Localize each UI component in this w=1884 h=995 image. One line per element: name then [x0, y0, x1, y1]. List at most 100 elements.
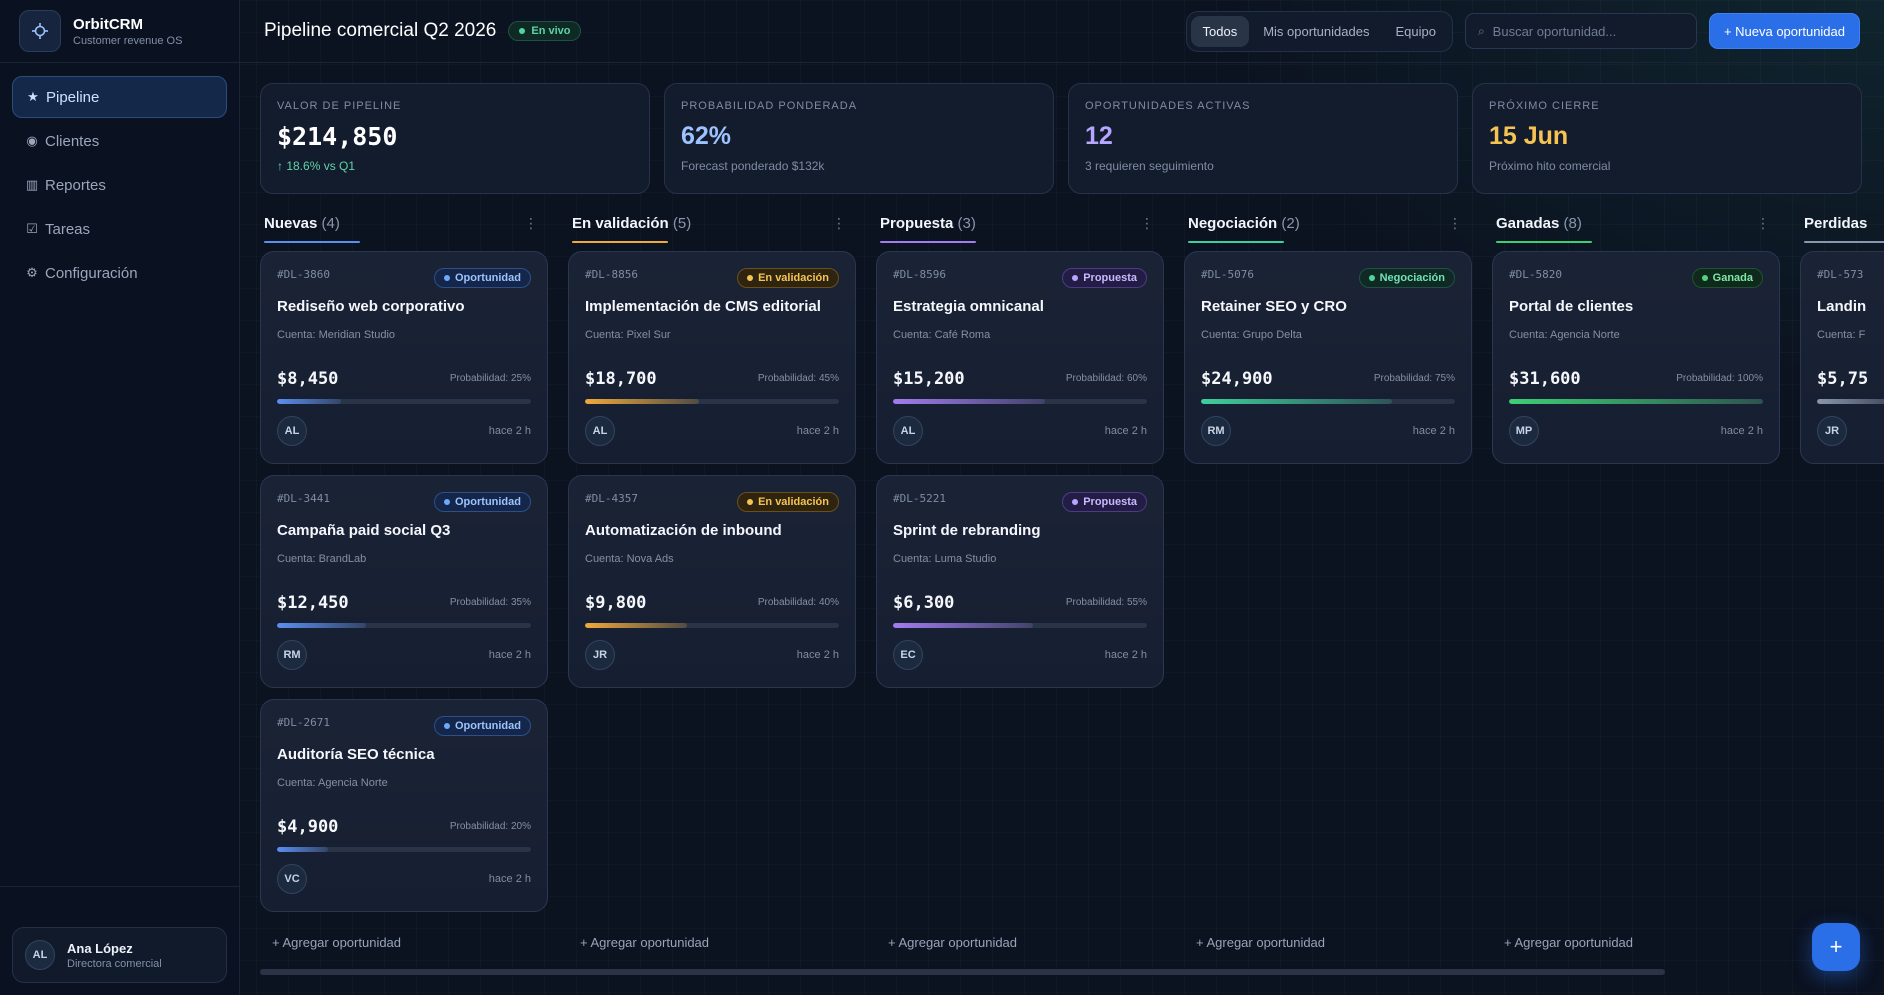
sidebar-item-clientes[interactable]: ◉ Clientes [12, 120, 227, 162]
opportunity-card[interactable]: #DL-4357 En validación Automatización de i… [568, 475, 856, 688]
status-label: En validación [758, 496, 829, 508]
filter-tab-1[interactable]: Mis oportunidades [1251, 16, 1381, 47]
card-account: Cuenta: BrandLab [277, 553, 367, 565]
status-badge: En validación [737, 492, 839, 512]
card-timestamp: hace 2 h [1412, 425, 1455, 437]
kanban-column: Ganadas (8) ⋮ #DL-5820 Ganada Portal de clie… [1492, 211, 1780, 923]
add-opportunity-link[interactable]: + Agregar oportunidad [1492, 935, 1780, 950]
card-title: Auditoría SEO técnica [277, 746, 435, 763]
status-badge: Ganada [1691, 268, 1763, 288]
probability-bar-fill [893, 399, 1046, 404]
probability-bar [277, 623, 531, 628]
column-header: Ganadas (8) ⋮ [1492, 211, 1780, 251]
opportunity-card[interactable]: #DL-3860 Oportunidad Rediseño web corporat… [260, 251, 548, 464]
stat-sub: Próximo hito comercial [1489, 159, 1611, 173]
card-title: Sprint de rebranding [893, 522, 1041, 539]
probability-bar [277, 847, 531, 852]
opportunity-card[interactable]: #DL-5820 Ganada Portal de clientes Cuenta: … [1492, 251, 1780, 464]
card-amount: $8,450 [277, 369, 339, 389]
search-box[interactable]: ⌕ [1464, 13, 1697, 49]
stat-label: Probabilidad ponderada [681, 100, 858, 112]
fab-add-button[interactable]: + [1812, 923, 1860, 971]
card-title: Rediseño web corporativo [277, 298, 465, 315]
sidebar-item-reportes[interactable]: ▥ Reportes [12, 164, 227, 206]
add-opportunity-link[interactable]: + Agregar oportunidad [568, 935, 856, 950]
owner-avatar: AL [277, 416, 307, 446]
sidebar-nav: ★ Pipeline ◉ Clientes ▥ Reportes ☑ Tareas ⚙ Confi… [0, 63, 239, 309]
page-title: Pipeline comercial Q2 2026 [264, 20, 497, 41]
probability-bar-fill [1817, 399, 1884, 404]
column-title-text: Propuesta [880, 215, 954, 232]
sidebar-item-pipeline[interactable]: ★ Pipeline [12, 76, 227, 118]
horizontal-scrollbar[interactable] [260, 969, 1665, 975]
clients-icon: ◉ [26, 133, 38, 148]
reports-icon: ▥ [25, 177, 39, 192]
sidebar-item-configuracin[interactable]: ⚙ Configuración [12, 252, 227, 294]
status-badge: En validación [737, 268, 839, 288]
brand: OrbitCRM Customer revenue OS [0, 0, 239, 63]
filter-tab-0[interactable]: Todos [1190, 15, 1250, 47]
probability-bar [1509, 399, 1763, 404]
card-amount: $18,700 [585, 369, 657, 389]
column-count: (3) [957, 215, 976, 232]
card-amount: $24,900 [1201, 369, 1273, 389]
new-opportunity-button[interactable]: + Nueva oportunidad [1708, 13, 1860, 49]
status-badge: Propuesta [1062, 492, 1147, 512]
brand-tagline: Customer revenue OS [73, 34, 183, 47]
card-title: Retainer SEO y CRO [1201, 298, 1347, 315]
filter-tab-2[interactable]: Equipo [1383, 16, 1447, 47]
stat-label: Oportunidades activas [1085, 100, 1251, 112]
card-timestamp: hace 2 h [1720, 425, 1763, 437]
card-timestamp: hace 2 h [488, 873, 531, 885]
column-menu-icon[interactable]: ⋮ [1448, 215, 1462, 232]
opportunity-card[interactable]: #DL-2671 Oportunidad Auditoría SEO técnica… [260, 699, 548, 912]
status-label: Propuesta [1083, 496, 1137, 508]
card-probability: Probabilidad: 55% [1065, 597, 1147, 608]
probability-bar-fill [893, 623, 1033, 628]
kanban-column: Negociación (2) ⋮ #DL-5076 Negociación Retai… [1184, 211, 1472, 923]
owner-avatar: RM [277, 640, 307, 670]
card-probability: Probabilidad: 60% [1065, 373, 1147, 384]
opportunity-card[interactable]: #DL-8856 En validación Implementación de C… [568, 251, 856, 464]
column-menu-icon[interactable]: ⋮ [832, 215, 846, 232]
opportunity-card[interactable]: #DL-5076 Negociación Retainer SEO y CRO Cue… [1184, 251, 1472, 464]
add-opportunity-link[interactable]: + Agregar oportunidad [876, 935, 1164, 950]
column-menu-icon[interactable]: ⋮ [1140, 215, 1154, 232]
card-amount: $15,200 [893, 369, 965, 389]
card-title: Campaña paid social Q3 [277, 522, 451, 539]
add-opportunity-link[interactable]: + Agregar oportunidad [1184, 935, 1472, 950]
column-title-text: Nuevas [264, 215, 318, 232]
card-amount: $9,800 [585, 593, 647, 613]
column-menu-icon[interactable]: ⋮ [1756, 215, 1770, 232]
kanban-column: Propuesta (3) ⋮ #DL-8596 Propuesta Estrategi… [876, 211, 1164, 923]
status-dot-icon [1072, 275, 1079, 281]
probability-bar-fill [277, 623, 366, 628]
sidebar-item-label: Configuración [45, 264, 138, 282]
owner-avatar: MP [1509, 416, 1539, 446]
column-accent-line [572, 241, 668, 243]
opportunity-card[interactable]: #DL-573 Landin Cuenta: F $5,75 JR [1800, 251, 1884, 464]
card-probability: Probabilidad: 35% [449, 597, 531, 608]
opportunity-card[interactable]: #DL-3441 Oportunidad Campaña paid social Q… [260, 475, 548, 688]
card-account: Cuenta: F [1817, 329, 1866, 341]
stat-sub: ↑ 18.6% vs Q1 [277, 159, 356, 173]
column-header: Nuevas (4) ⋮ [260, 211, 548, 251]
column-title: Ganadas (8) [1496, 215, 1582, 232]
column-title-text: Negociación [1188, 215, 1278, 232]
stat-card: Próximo cierre 15 Jun Próximo hito comerci… [1472, 83, 1862, 194]
sidebar-item-tareas[interactable]: ☑ Tareas [12, 208, 227, 250]
opportunity-card[interactable]: #DL-8596 Propuesta Estrategia omnicanal Cue… [876, 251, 1164, 464]
sidebar-divider [0, 886, 240, 887]
brand-logo-icon[interactable] [19, 10, 61, 52]
stat-value: 12 [1085, 122, 1113, 150]
main-content: Valor de pipeline $214,850 ↑ 18.6% vs Q1 Pr… [240, 63, 1884, 995]
card-amount: $12,450 [277, 593, 349, 613]
column-title-text: En validación [572, 215, 669, 232]
search-input[interactable] [1492, 23, 1684, 39]
column-accent-line [1496, 241, 1592, 243]
column-menu-icon[interactable]: ⋮ [524, 215, 538, 232]
card-account: Cuenta: Meridian Studio [277, 329, 396, 341]
add-opportunity-link[interactable]: + Agregar oportunidad [260, 935, 548, 950]
user-card[interactable]: AL Ana López Directora comercial [12, 927, 227, 983]
opportunity-card[interactable]: #DL-5221 Propuesta Sprint de rebranding Cue… [876, 475, 1164, 688]
